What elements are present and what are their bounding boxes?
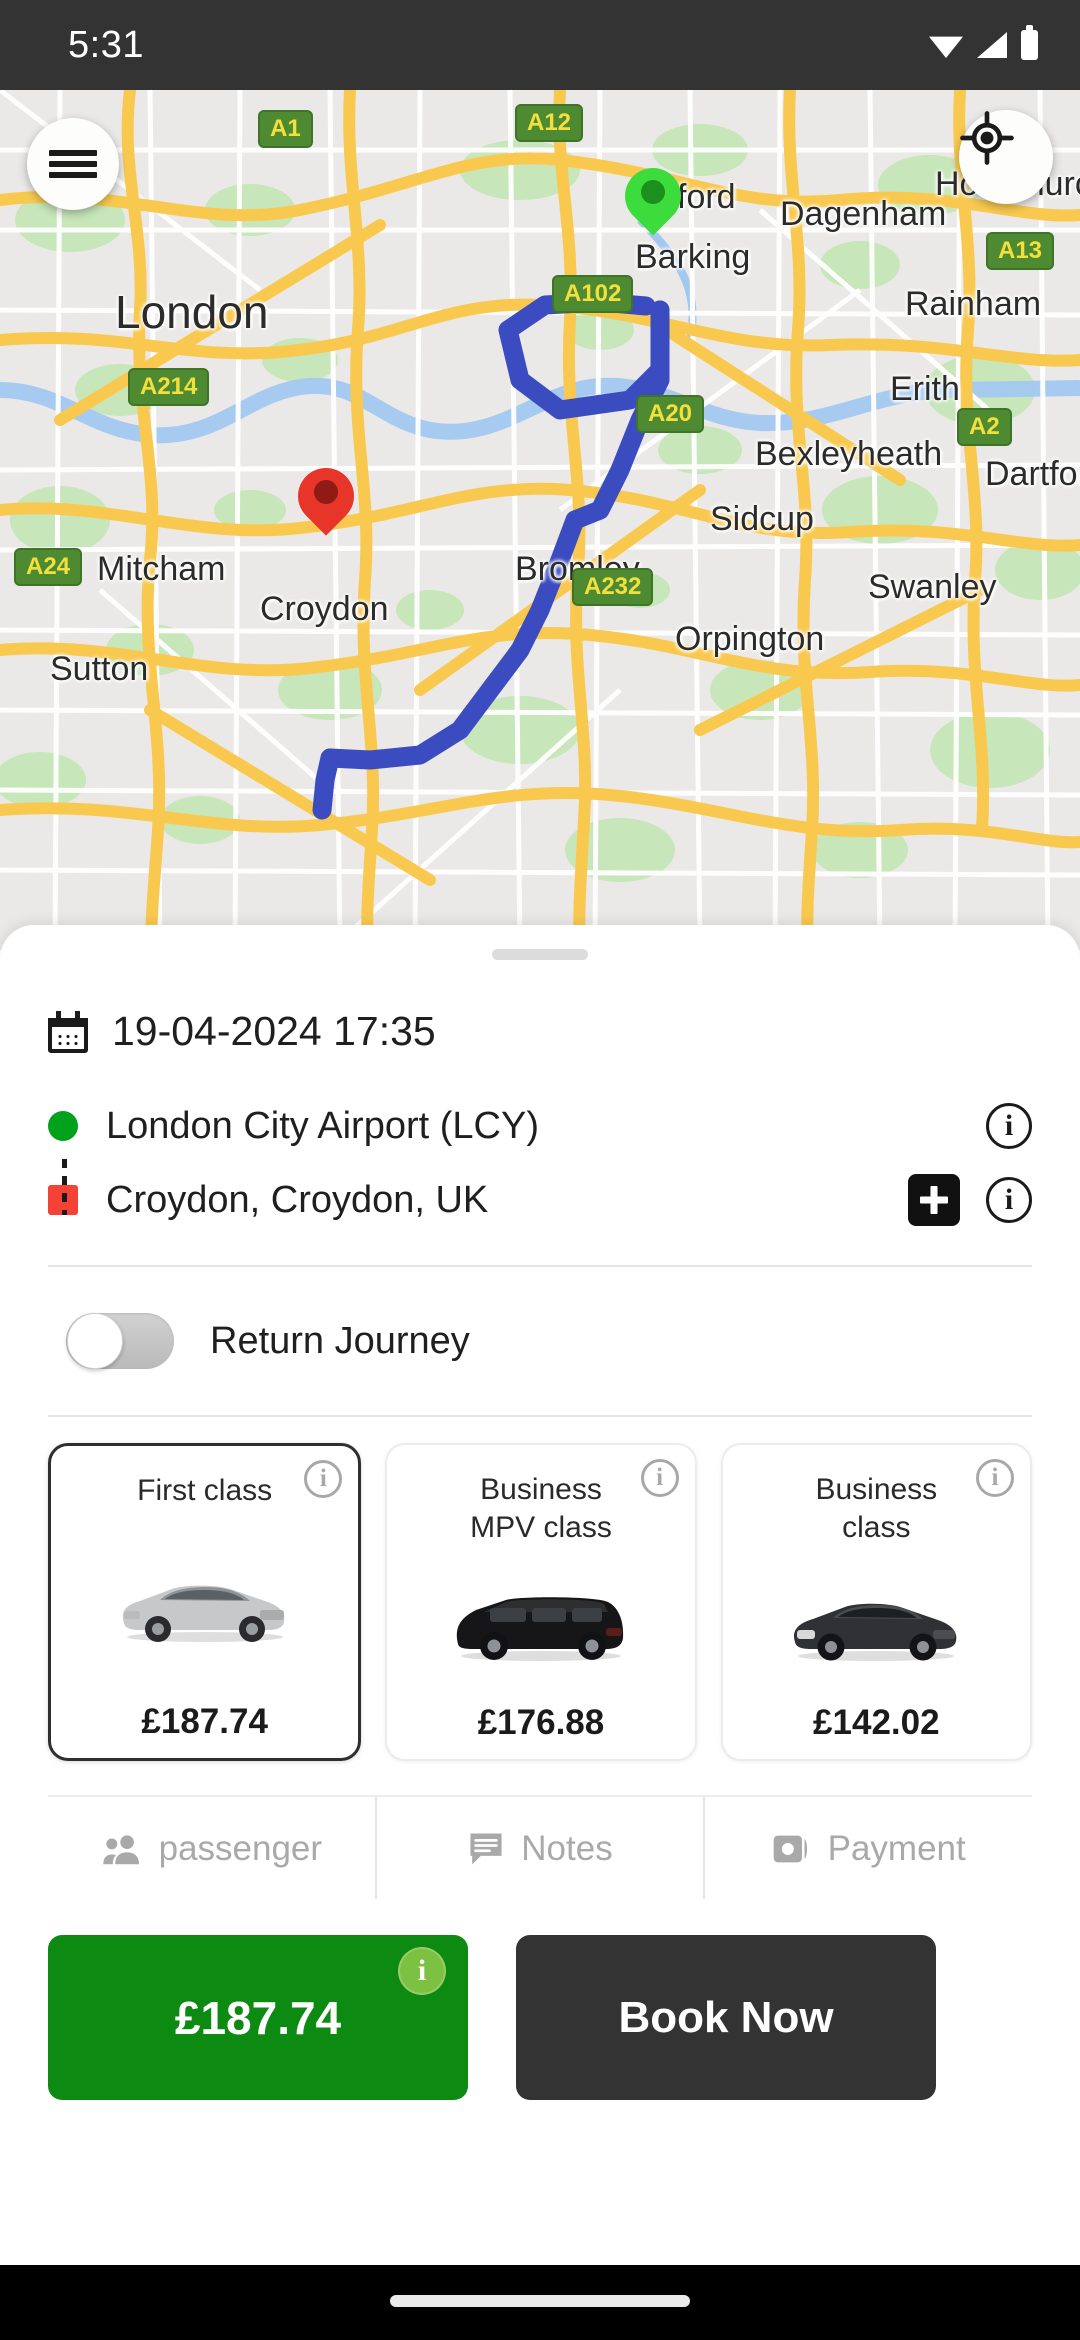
battery-icon bbox=[1021, 25, 1038, 60]
dropoff-info-icon[interactable]: i bbox=[986, 1177, 1032, 1223]
map-origin-pin[interactable] bbox=[613, 156, 693, 236]
vehicle-name-first-class: First class bbox=[137, 1474, 273, 1507]
dropoff-actions: i bbox=[908, 1174, 1032, 1226]
map-label-swanley: Swanley bbox=[868, 568, 997, 606]
notes-icon bbox=[470, 1833, 502, 1865]
tab-passenger[interactable]: passenger bbox=[48, 1797, 375, 1899]
map-label-bexleyheath: Bexleyheath bbox=[755, 435, 943, 473]
book-now-label: Book Now bbox=[618, 1992, 834, 2042]
vehicle-price-business-mpv: £176.88 bbox=[477, 1703, 605, 1742]
total-price-label: £187.74 bbox=[174, 1991, 342, 2044]
route-block: London City Airport (LCY) i Croydon, Cro… bbox=[0, 1055, 1080, 1237]
silver-sedan-image bbox=[61, 1510, 348, 1703]
map-label-sidcup: Sidcup bbox=[710, 500, 814, 538]
price-info-icon[interactable]: i bbox=[398, 1947, 446, 1995]
black-sedan-image bbox=[733, 1546, 1020, 1703]
vehicle-card-first-class[interactable]: i First class £187.74 bbox=[48, 1443, 362, 1761]
vehicle-price-first-class: £187.74 bbox=[141, 1702, 268, 1741]
map-label-dartford: Dartford bbox=[985, 455, 1080, 493]
status-bar-clock: 5:31 bbox=[68, 23, 144, 66]
toggle-knob bbox=[67, 1313, 123, 1369]
tab-payment-label: Payment bbox=[827, 1829, 966, 1868]
route-connector-line bbox=[62, 1159, 67, 1215]
map-label-barking: Barking bbox=[635, 238, 751, 276]
status-bar-icons bbox=[929, 25, 1038, 60]
sheet-drag-handle[interactable] bbox=[492, 949, 588, 960]
black-mpv-image bbox=[397, 1546, 684, 1703]
my-location-button[interactable] bbox=[959, 110, 1053, 204]
action-button-row: £187.74 i Book Now bbox=[0, 1899, 1080, 2100]
vehicle-class-list: i First class £187.74 i Business MPV cla… bbox=[0, 1417, 1080, 1761]
map-view[interactable]: .wroad{stroke:#ffffff;fill:none;stroke-l… bbox=[0, 90, 1080, 950]
vehicle-card-business-mpv[interactable]: i Business MPV class £176.88 bbox=[385, 1443, 697, 1761]
vehicle-card-business-class[interactable]: i Business class £142.02 bbox=[720, 1443, 1032, 1761]
phone-screen: 5:31 .wroad{stroke:#ffffff;fill:none;str… bbox=[0, 0, 1080, 2340]
tab-passenger-label: passenger bbox=[158, 1829, 323, 1868]
pickup-row[interactable]: London City Airport (LCY) i bbox=[48, 1089, 1032, 1163]
map-label-sutton: Sutton bbox=[50, 650, 149, 688]
tab-notes-label: Notes bbox=[521, 1829, 613, 1868]
origin-marker-icon bbox=[48, 1111, 78, 1141]
book-now-button[interactable]: Book Now bbox=[516, 1935, 936, 2100]
road-shield-a12: A12 bbox=[515, 104, 584, 142]
options-tab-row: passenger Notes Payment bbox=[48, 1795, 1032, 1899]
road-shield-a232: A232 bbox=[572, 568, 654, 606]
payment-card-icon bbox=[773, 1835, 807, 1863]
booking-bottom-sheet: 19-04-2024 17:35 London City Airport (LC… bbox=[0, 925, 1080, 2265]
dropoff-row[interactable]: Croydon, Croydon, UK i bbox=[48, 1163, 1032, 1237]
road-shield-a102: A102 bbox=[552, 275, 634, 313]
calendar-icon bbox=[48, 1010, 88, 1053]
return-journey-row[interactable]: Return Journey bbox=[0, 1267, 1080, 1415]
map-label-mitcham: Mitcham bbox=[97, 550, 226, 588]
road-shield-a214: A214 bbox=[128, 368, 210, 406]
road-shield-a20: A20 bbox=[636, 395, 705, 433]
total-price-button[interactable]: £187.74 i bbox=[48, 1935, 468, 2100]
signal-icon bbox=[977, 32, 1007, 58]
datetime-row[interactable]: 19-04-2024 17:35 bbox=[0, 960, 1080, 1055]
hamburger-menu-button[interactable] bbox=[27, 118, 119, 210]
map-label-erith: Erith bbox=[890, 370, 960, 408]
vehicle-name-business-mpv: Business MPV class bbox=[470, 1471, 612, 1546]
road-shield-a13: A13 bbox=[986, 232, 1055, 270]
pickup-info-icon[interactable]: i bbox=[986, 1103, 1032, 1149]
booking-datetime: 19-04-2024 17:35 bbox=[112, 1008, 436, 1054]
status-bar: 5:31 bbox=[0, 0, 1080, 90]
map-label-orpington: Orpington bbox=[675, 620, 825, 658]
pickup-location-text: London City Airport (LCY) bbox=[106, 1104, 539, 1147]
road-shield-a24: A24 bbox=[14, 548, 83, 586]
wifi-icon bbox=[929, 32, 963, 58]
vehicle-name-line-1: Business bbox=[480, 1473, 602, 1506]
tab-payment[interactable]: Payment bbox=[703, 1797, 1032, 1899]
vehicle-name-business-class: Business class bbox=[815, 1471, 937, 1546]
pickup-actions: i bbox=[986, 1103, 1032, 1149]
tab-notes[interactable]: Notes bbox=[374, 1797, 704, 1899]
map-label-london: London bbox=[115, 286, 269, 338]
vehicle-info-icon[interactable]: i bbox=[975, 1459, 1014, 1497]
home-gesture-pill[interactable] bbox=[390, 2295, 690, 2307]
vehicle-name-line-1: Business bbox=[815, 1473, 938, 1506]
road-shield-a1: A1 bbox=[258, 110, 313, 148]
add-stop-icon[interactable] bbox=[908, 1174, 960, 1226]
people-icon bbox=[102, 1835, 139, 1865]
vehicle-info-icon[interactable]: i bbox=[304, 1460, 343, 1498]
map-label-rainham: Rainham bbox=[905, 285, 1042, 323]
android-navigation-bar bbox=[0, 2265, 1080, 2340]
vehicle-info-icon[interactable]: i bbox=[640, 1459, 679, 1497]
map-destination-pin[interactable] bbox=[286, 456, 366, 536]
map-label-croydon: Croydon bbox=[260, 590, 389, 628]
dropoff-location-text: Croydon, Croydon, UK bbox=[106, 1178, 489, 1221]
return-journey-label: Return Journey bbox=[210, 1319, 470, 1362]
vehicle-name-line-2: MPV class bbox=[470, 1510, 612, 1544]
return-journey-toggle[interactable] bbox=[66, 1313, 174, 1369]
road-shield-a2: A2 bbox=[957, 408, 1012, 446]
vehicle-name-line-2: class bbox=[842, 1510, 911, 1544]
my-location-icon bbox=[960, 111, 1014, 165]
vehicle-price-business-class: £142.02 bbox=[813, 1703, 940, 1742]
map-label-dagenham: Dagenham bbox=[780, 195, 947, 233]
hamburger-menu-icon bbox=[49, 145, 97, 183]
